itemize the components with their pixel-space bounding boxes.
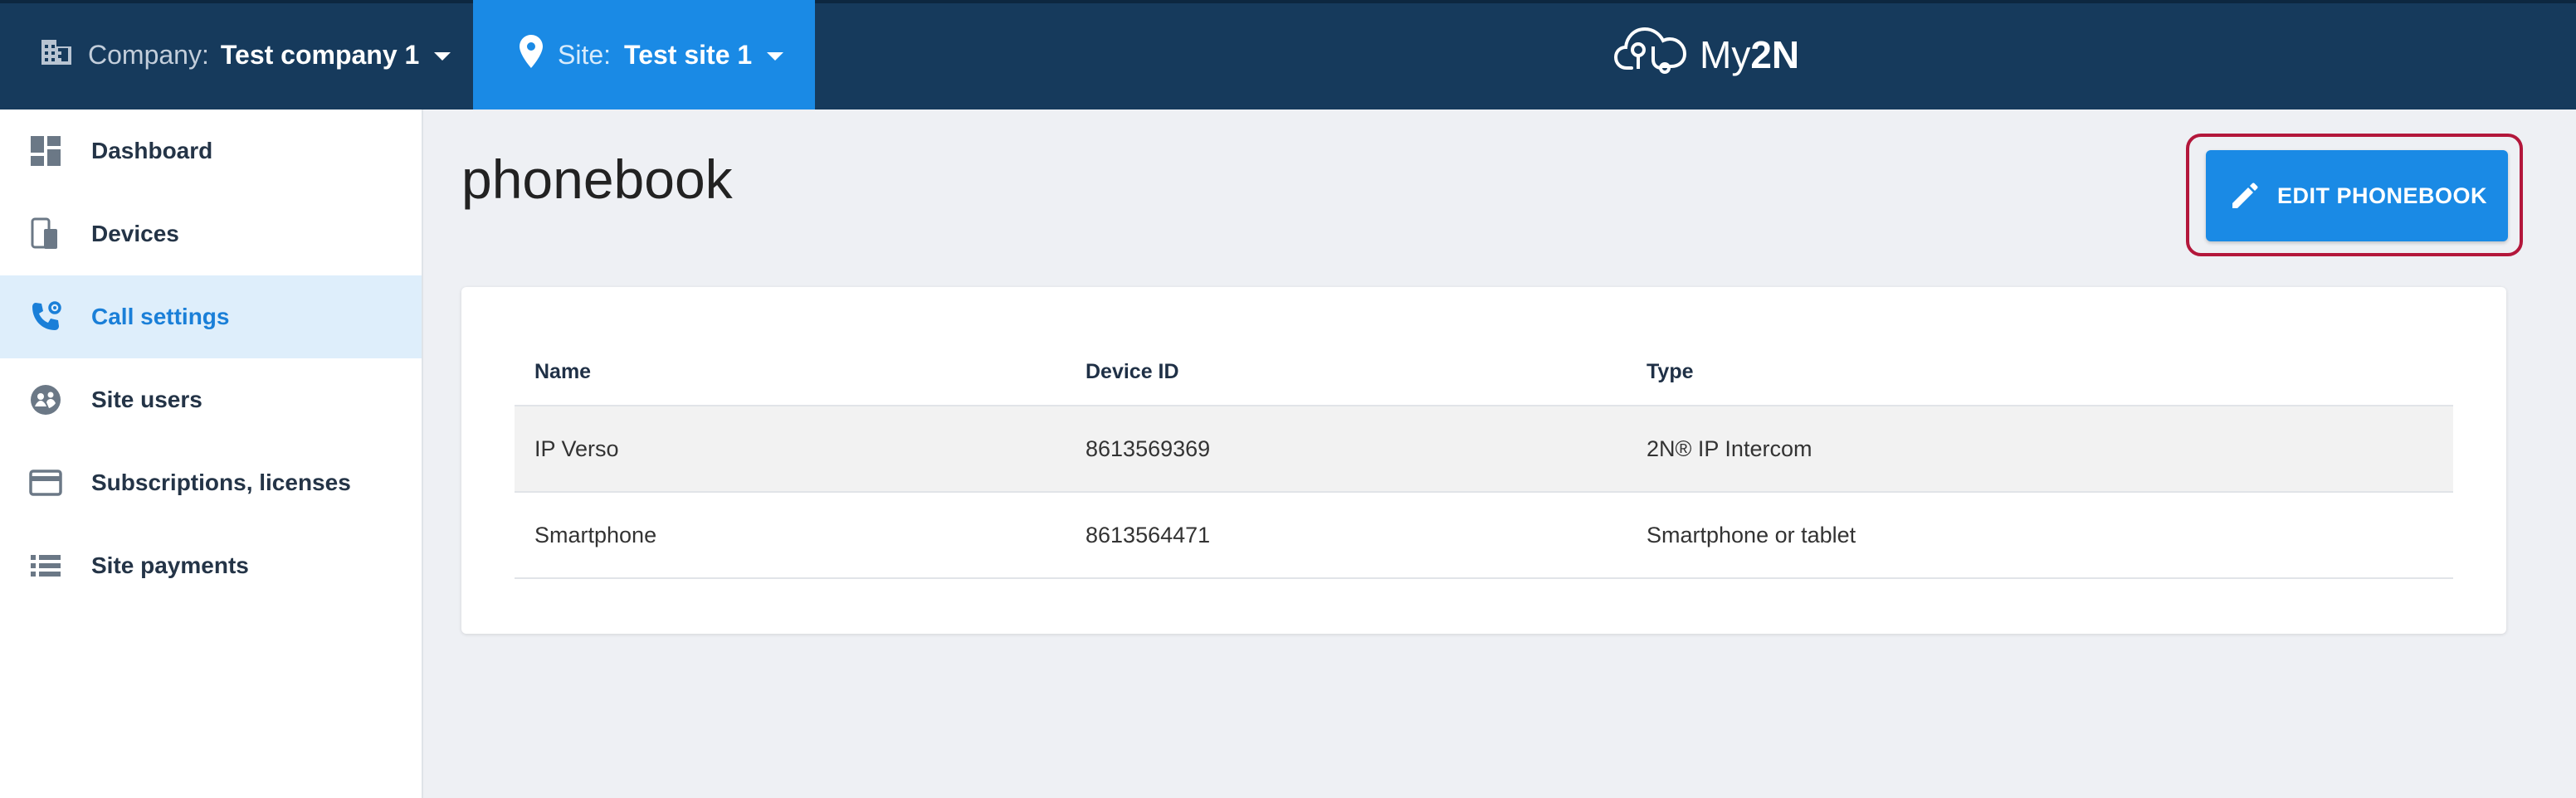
logo-text-2n: 2N — [1750, 33, 1800, 76]
sidebar-item-label: Devices — [91, 221, 179, 246]
company-label: Company: — [88, 39, 209, 70]
sidebar-item-label: Site users — [91, 387, 202, 412]
table-row[interactable]: Smartphone 8613564471 Smartphone or tabl… — [515, 493, 2453, 579]
cell-type: 2N® IP Intercom — [1647, 435, 1812, 461]
page-title: phonebook — [461, 148, 733, 210]
site-selector[interactable]: Site: Test site 1 — [473, 0, 815, 109]
company-selector[interactable]: Company: Test company 1 — [0, 0, 473, 109]
my2n-logo: My 2N — [1613, 23, 1799, 86]
devices-icon — [28, 217, 63, 251]
sidebar: Dashboard Devices Call settings Site use… — [0, 109, 423, 798]
credit-card-icon — [28, 465, 63, 500]
sidebar-item-devices[interactable]: Devices — [0, 192, 422, 275]
sidebar-item-label: Subscriptions, licenses — [91, 470, 351, 495]
sidebar-item-dashboard[interactable]: Dashboard — [0, 109, 422, 192]
cell-name: IP Verso — [534, 435, 619, 461]
table-row[interactable]: IP Verso 8613569369 2N® IP Intercom — [515, 406, 2453, 493]
phone-settings-icon — [28, 299, 63, 334]
column-header-name[interactable]: Name — [515, 360, 1066, 384]
table-header: Name Device ID Type — [515, 338, 2453, 406]
site-value: Test site 1 — [624, 39, 753, 70]
phonebook-card: Name Device ID Type IP Verso 8613569369 … — [461, 287, 2506, 634]
top-bar: Company: Test company 1 Site: Test site … — [0, 0, 2576, 109]
sidebar-item-label: Dashboard — [91, 138, 213, 163]
pencil-icon — [2229, 180, 2261, 212]
cell-type: Smartphone or tablet — [1647, 522, 1856, 547]
list-icon — [28, 548, 63, 583]
chevron-down-icon — [767, 52, 784, 61]
sidebar-item-site-payments[interactable]: Site payments — [0, 524, 422, 607]
sidebar-item-subscriptions[interactable]: Subscriptions, licenses — [0, 441, 422, 524]
column-header-type[interactable]: Type — [1627, 360, 2453, 384]
column-header-device-id[interactable]: Device ID — [1066, 360, 1627, 384]
company-value: Test company 1 — [220, 39, 420, 70]
edit-phonebook-label: EDIT PHONEBOOK — [2277, 182, 2488, 208]
location-pin-icon — [520, 35, 543, 75]
building-icon — [40, 36, 73, 73]
sidebar-item-label: Call settings — [91, 304, 230, 329]
dashboard-icon — [28, 134, 63, 168]
logo-text-my: My — [1700, 33, 1751, 76]
cell-device-id: 8613564471 — [1086, 522, 1211, 547]
phonebook-table: Name Device ID Type IP Verso 8613569369 … — [515, 338, 2453, 579]
cloud-icon — [1613, 22, 1688, 89]
edit-phonebook-button[interactable]: EDIT PHONEBOOK — [2206, 150, 2508, 241]
cell-name: Smartphone — [534, 522, 657, 547]
site-label: Site: — [558, 39, 612, 70]
cell-device-id: 8613569369 — [1086, 435, 1211, 461]
users-icon — [28, 382, 63, 417]
sidebar-item-call-settings[interactable]: Call settings — [0, 275, 422, 358]
sidebar-item-label: Site payments — [91, 552, 249, 578]
chevron-down-icon — [434, 52, 451, 61]
sidebar-item-site-users[interactable]: Site users — [0, 358, 422, 441]
